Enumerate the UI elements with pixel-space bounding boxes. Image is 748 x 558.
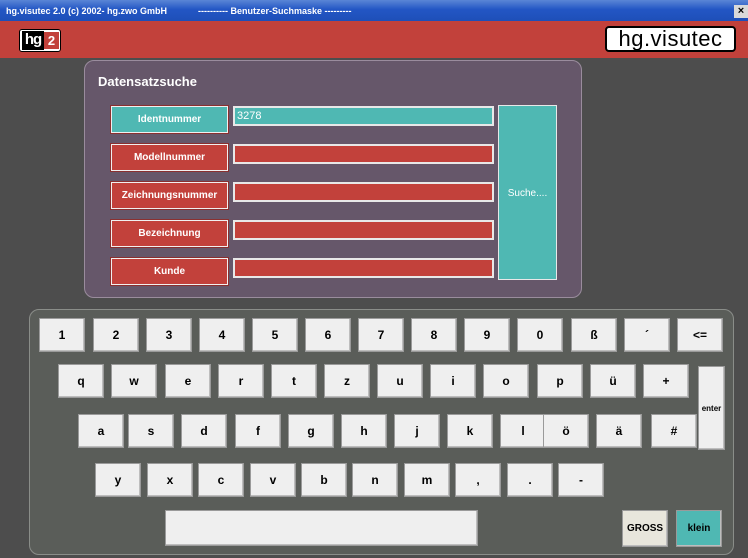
backspace-key[interactable]: <= xyxy=(677,318,723,352)
key[interactable]: f xyxy=(235,414,281,448)
key[interactable]: p xyxy=(537,364,583,398)
key[interactable]: l xyxy=(500,414,546,448)
identnummer-input[interactable]: 3278 xyxy=(233,106,494,126)
enter-key[interactable]: enter xyxy=(698,366,725,450)
key[interactable]: 5 xyxy=(252,318,298,352)
bezeichnung-input[interactable] xyxy=(233,220,494,240)
lowercase-button[interactable]: klein xyxy=(676,510,722,547)
key[interactable]: o xyxy=(483,364,529,398)
key[interactable]: 9 xyxy=(464,318,510,352)
key[interactable]: d xyxy=(181,414,227,448)
field-button-identnummer[interactable]: Identnummer xyxy=(110,105,229,134)
key[interactable]: a xyxy=(78,414,124,448)
field-button-zeichnungsnummer[interactable]: Zeichnungsnummer xyxy=(110,181,229,210)
key[interactable]: + xyxy=(643,364,689,398)
key[interactable]: t xyxy=(271,364,317,398)
key[interactable]: 0 xyxy=(517,318,563,352)
key[interactable]: g xyxy=(288,414,334,448)
key[interactable]: y xyxy=(95,463,141,497)
key[interactable]: c xyxy=(198,463,244,497)
key[interactable]: x xyxy=(147,463,193,497)
key[interactable]: ö xyxy=(543,414,589,448)
zeichnungsnummer-input[interactable] xyxy=(233,182,494,202)
space-key[interactable] xyxy=(165,510,478,546)
field-button-bezeichnung[interactable]: Bezeichnung xyxy=(110,219,229,248)
logo-hg-text: hg xyxy=(22,31,44,50)
close-button[interactable]: × xyxy=(734,5,748,18)
field-button-kunde[interactable]: Kunde xyxy=(110,257,229,286)
key[interactable]: m xyxy=(404,463,450,497)
window-title: hg.visutec 2.0 (c) 2002- hg.zwo GmbH xyxy=(6,6,168,16)
window-subtitle: ---------- Benutzer-Suchmaske --------- xyxy=(198,6,352,16)
window-titlebar: hg.visutec 2.0 (c) 2002- hg.zwo GmbH ---… xyxy=(0,0,748,21)
key[interactable]: , xyxy=(455,463,501,497)
key[interactable]: u xyxy=(377,364,423,398)
key[interactable]: r xyxy=(218,364,264,398)
key[interactable]: v xyxy=(250,463,296,497)
panel-title: Datensatzsuche xyxy=(98,74,197,89)
header-bar: hg 2 hg.visutec xyxy=(0,21,748,58)
key[interactable]: ä xyxy=(596,414,642,448)
onscreen-keyboard: 1 2 3 4 5 6 7 8 9 0 ß ´ <= q w e r t z u… xyxy=(29,309,734,555)
key[interactable]: i xyxy=(430,364,476,398)
key[interactable]: 2 xyxy=(93,318,139,352)
key[interactable]: 8 xyxy=(411,318,457,352)
key[interactable]: ß xyxy=(571,318,617,352)
field-button-modellnummer[interactable]: Modellnummer xyxy=(110,143,229,172)
key[interactable]: q xyxy=(58,364,104,398)
key[interactable]: z xyxy=(324,364,370,398)
uppercase-button[interactable]: GROSS xyxy=(622,510,668,547)
key[interactable]: j xyxy=(394,414,440,448)
key[interactable]: ´ xyxy=(624,318,670,352)
key[interactable]: ü xyxy=(590,364,636,398)
key[interactable]: 1 xyxy=(39,318,85,352)
key[interactable]: n xyxy=(352,463,398,497)
key[interactable]: . xyxy=(507,463,553,497)
key[interactable]: b xyxy=(301,463,347,497)
hgzwo-logo: hg 2 xyxy=(19,29,61,52)
search-panel: Datensatzsuche Identnummer 3278 Modellnu… xyxy=(84,60,582,298)
modellnummer-input[interactable] xyxy=(233,144,494,164)
key[interactable]: 6 xyxy=(305,318,351,352)
key[interactable]: s xyxy=(128,414,174,448)
search-button[interactable]: Suche.... xyxy=(498,105,557,280)
key[interactable]: w xyxy=(111,364,157,398)
key[interactable]: 3 xyxy=(146,318,192,352)
key[interactable]: # xyxy=(651,414,697,448)
key[interactable]: k xyxy=(447,414,493,448)
kunde-input[interactable] xyxy=(233,258,494,278)
logo-two-text: 2 xyxy=(44,32,59,49)
key[interactable]: h xyxy=(341,414,387,448)
key[interactable]: 7 xyxy=(358,318,404,352)
key[interactable]: e xyxy=(165,364,211,398)
key[interactable]: 4 xyxy=(199,318,245,352)
hg-visutec-logo: hg.visutec xyxy=(605,26,736,52)
key[interactable]: - xyxy=(558,463,604,497)
